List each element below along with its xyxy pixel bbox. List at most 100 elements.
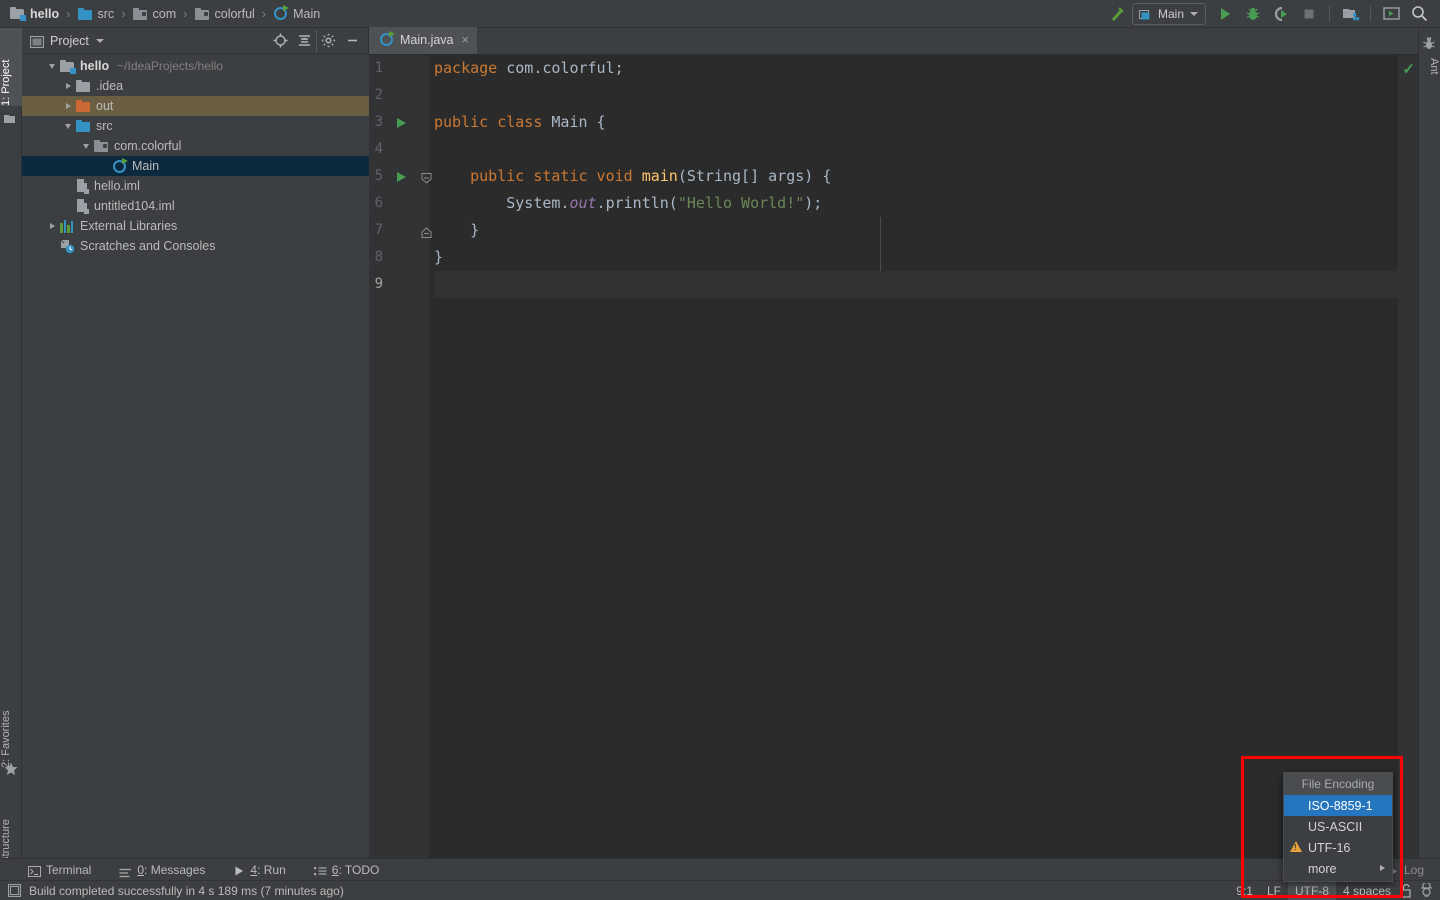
java-class-icon bbox=[112, 157, 128, 174]
tree-node-idea[interactable]: .idea bbox=[22, 76, 369, 96]
breadcrumb-item-main[interactable]: Main bbox=[273, 0, 320, 28]
code-line-9 bbox=[434, 271, 1418, 298]
run-with-coverage-icon[interactable] bbox=[1268, 2, 1294, 26]
sidebar-item-project[interactable]: 1: Project bbox=[0, 28, 22, 106]
line-number: 2 bbox=[374, 87, 383, 103]
bottom-window-todo[interactable]: 6: TODO bbox=[296, 859, 390, 881]
close-icon[interactable]: × bbox=[462, 32, 470, 47]
encoding-option-label: more bbox=[1308, 861, 1337, 876]
run-method-gutter-icon[interactable] bbox=[397, 172, 406, 182]
line-number: 5 bbox=[374, 168, 383, 184]
breadcrumb-separator: › bbox=[261, 6, 267, 21]
build-hammer-icon[interactable] bbox=[1104, 2, 1130, 26]
project-panel-title: Project bbox=[50, 33, 89, 48]
breadcrumb-item-src[interactable]: src bbox=[77, 0, 114, 28]
bottom-window-run[interactable]: 4: Run bbox=[215, 859, 295, 881]
unlocked-icon[interactable] bbox=[1400, 883, 1413, 898]
tree-node-main[interactable]: Main bbox=[22, 156, 369, 176]
chevron-down-icon[interactable] bbox=[78, 136, 94, 156]
breadcrumb-item-hello[interactable]: hello bbox=[10, 0, 59, 28]
tab-label: Main.java bbox=[400, 32, 454, 47]
encoding-option-utf-16[interactable]: UTF-16 bbox=[1284, 837, 1392, 858]
tree-node-out[interactable]: out bbox=[22, 96, 369, 116]
tree-node-hello[interactable]: hello ~/IdeaProjects/hello bbox=[22, 56, 369, 76]
status-bar: Build completed successfully in 4 s 189 … bbox=[0, 880, 1440, 900]
sidebar-item-label: Ant bbox=[1428, 58, 1440, 75]
line-number: 7 bbox=[374, 222, 383, 238]
debug-bug-icon[interactable] bbox=[1240, 2, 1266, 26]
chevron-down-icon[interactable] bbox=[60, 116, 76, 136]
line-number: 9 bbox=[374, 276, 383, 292]
run-button[interactable] bbox=[1212, 2, 1238, 26]
gear-icon[interactable] bbox=[316, 29, 340, 52]
ant-icon bbox=[1422, 36, 1436, 50]
chevron-right-icon[interactable] bbox=[44, 216, 60, 236]
breadcrumb-separator: › bbox=[66, 6, 71, 21]
breadcrumb-item-com[interactable]: com bbox=[132, 0, 176, 28]
star-icon bbox=[4, 762, 18, 776]
stop-button[interactable] bbox=[1296, 2, 1322, 26]
gutter-line: 7 bbox=[369, 217, 432, 244]
tree-node-com-colorful[interactable]: com.colorful bbox=[22, 136, 369, 156]
chevron-right-icon[interactable] bbox=[60, 76, 76, 96]
code-line-8: } bbox=[434, 248, 444, 266]
bottom-window-messages[interactable]: 0: Messages bbox=[101, 859, 215, 881]
tree-node-hello-iml[interactable]: hello.iml bbox=[22, 176, 369, 196]
tab-main-java[interactable]: Main.java × bbox=[369, 27, 478, 54]
run-class-gutter-icon[interactable] bbox=[397, 118, 406, 128]
minimize-icon[interactable] bbox=[340, 30, 364, 52]
code-line-6: System.out.println("Hello World!"); bbox=[434, 194, 823, 212]
gutter-line: 4 bbox=[369, 136, 429, 163]
inspection-ok-checkmark-icon[interactable]: ✓ bbox=[1402, 60, 1415, 78]
project-structure-icon[interactable] bbox=[1337, 2, 1363, 26]
tree-node-label: .idea bbox=[96, 79, 124, 93]
code-text[interactable]: package com.colorful; public class Main … bbox=[429, 55, 1418, 858]
collapse-all-icon[interactable] bbox=[292, 30, 316, 52]
code-line-3: public class Main { bbox=[434, 113, 606, 131]
status-left-group: Build completed successfully in 4 s 189 … bbox=[0, 884, 344, 898]
indent-setting[interactable]: 4 spaces bbox=[1336, 881, 1398, 900]
module-icon bbox=[10, 7, 26, 21]
crosshair-icon[interactable] bbox=[268, 30, 292, 52]
tree-node-src[interactable]: src bbox=[22, 116, 369, 136]
tree-node-scratches-and-consoles[interactable]: Scratches and Consoles bbox=[22, 236, 369, 256]
bottom-window-terminal[interactable]: Terminal bbox=[0, 859, 101, 881]
hector-inspector-icon[interactable] bbox=[1419, 881, 1434, 898]
breadcrumb-item-colorful[interactable]: colorful bbox=[194, 0, 255, 28]
encoding-option-us-ascii[interactable]: US-ASCII bbox=[1284, 816, 1392, 837]
breadcrumb: hello › src › com › colorful › Main bbox=[0, 0, 320, 28]
chevron-down-icon[interactable] bbox=[44, 56, 60, 76]
sidebar-item-favorites[interactable]: 2: Favorites bbox=[0, 688, 22, 768]
encoding-option-label: ISO-8859-1 bbox=[1308, 798, 1373, 813]
caret-position[interactable]: 9:1 bbox=[1229, 881, 1260, 900]
open-terminal-icon[interactable] bbox=[1378, 2, 1404, 26]
breadcrumb-separator: › bbox=[183, 6, 188, 21]
tree-node-label: untitled104.iml bbox=[94, 199, 175, 213]
toolbar-divider bbox=[1370, 5, 1371, 22]
gutter-line: 6 bbox=[369, 190, 429, 217]
warning-icon bbox=[1290, 841, 1302, 852]
tree-node-untitled104-iml[interactable]: untitled104.iml bbox=[22, 196, 369, 216]
chevron-right-icon[interactable] bbox=[60, 96, 76, 116]
encoding-option-iso-8859-1[interactable]: ISO-8859-1 bbox=[1284, 795, 1392, 816]
code-editor[interactable]: 1 2 3 4 5 6 7 8 9 package com.colorful; … bbox=[369, 55, 1418, 858]
sidebar-item-ant[interactable]: Ant bbox=[1418, 58, 1440, 100]
toggle-toolbar-icon[interactable] bbox=[7, 883, 22, 898]
search-everywhere-icon[interactable] bbox=[1406, 2, 1432, 26]
editor-gutter[interactable]: 1 2 3 4 5 6 7 8 9 bbox=[369, 55, 432, 858]
tree-node-path: ~/IdeaProjects/hello bbox=[117, 59, 223, 73]
gutter-line: 8 bbox=[369, 244, 429, 271]
iml-file-icon bbox=[76, 198, 89, 214]
encoding-option-more[interactable]: more bbox=[1284, 858, 1392, 879]
chevron-down-icon[interactable] bbox=[95, 38, 104, 43]
file-encoding[interactable]: UTF-8 bbox=[1287, 880, 1336, 900]
sidebar-item-label: 2: Favorites bbox=[0, 710, 12, 768]
line-separator[interactable]: LF bbox=[1260, 881, 1288, 900]
tree-node-label: com.colorful bbox=[114, 139, 182, 153]
tree-node-external-libraries[interactable]: External Libraries bbox=[22, 216, 369, 236]
toolbar-divider bbox=[1329, 5, 1330, 22]
editor-markup-scrollbar[interactable]: ✓ bbox=[1398, 55, 1418, 858]
run-configuration-selector[interactable]: Main bbox=[1131, 2, 1206, 25]
breadcrumb-label: colorful bbox=[214, 6, 255, 21]
